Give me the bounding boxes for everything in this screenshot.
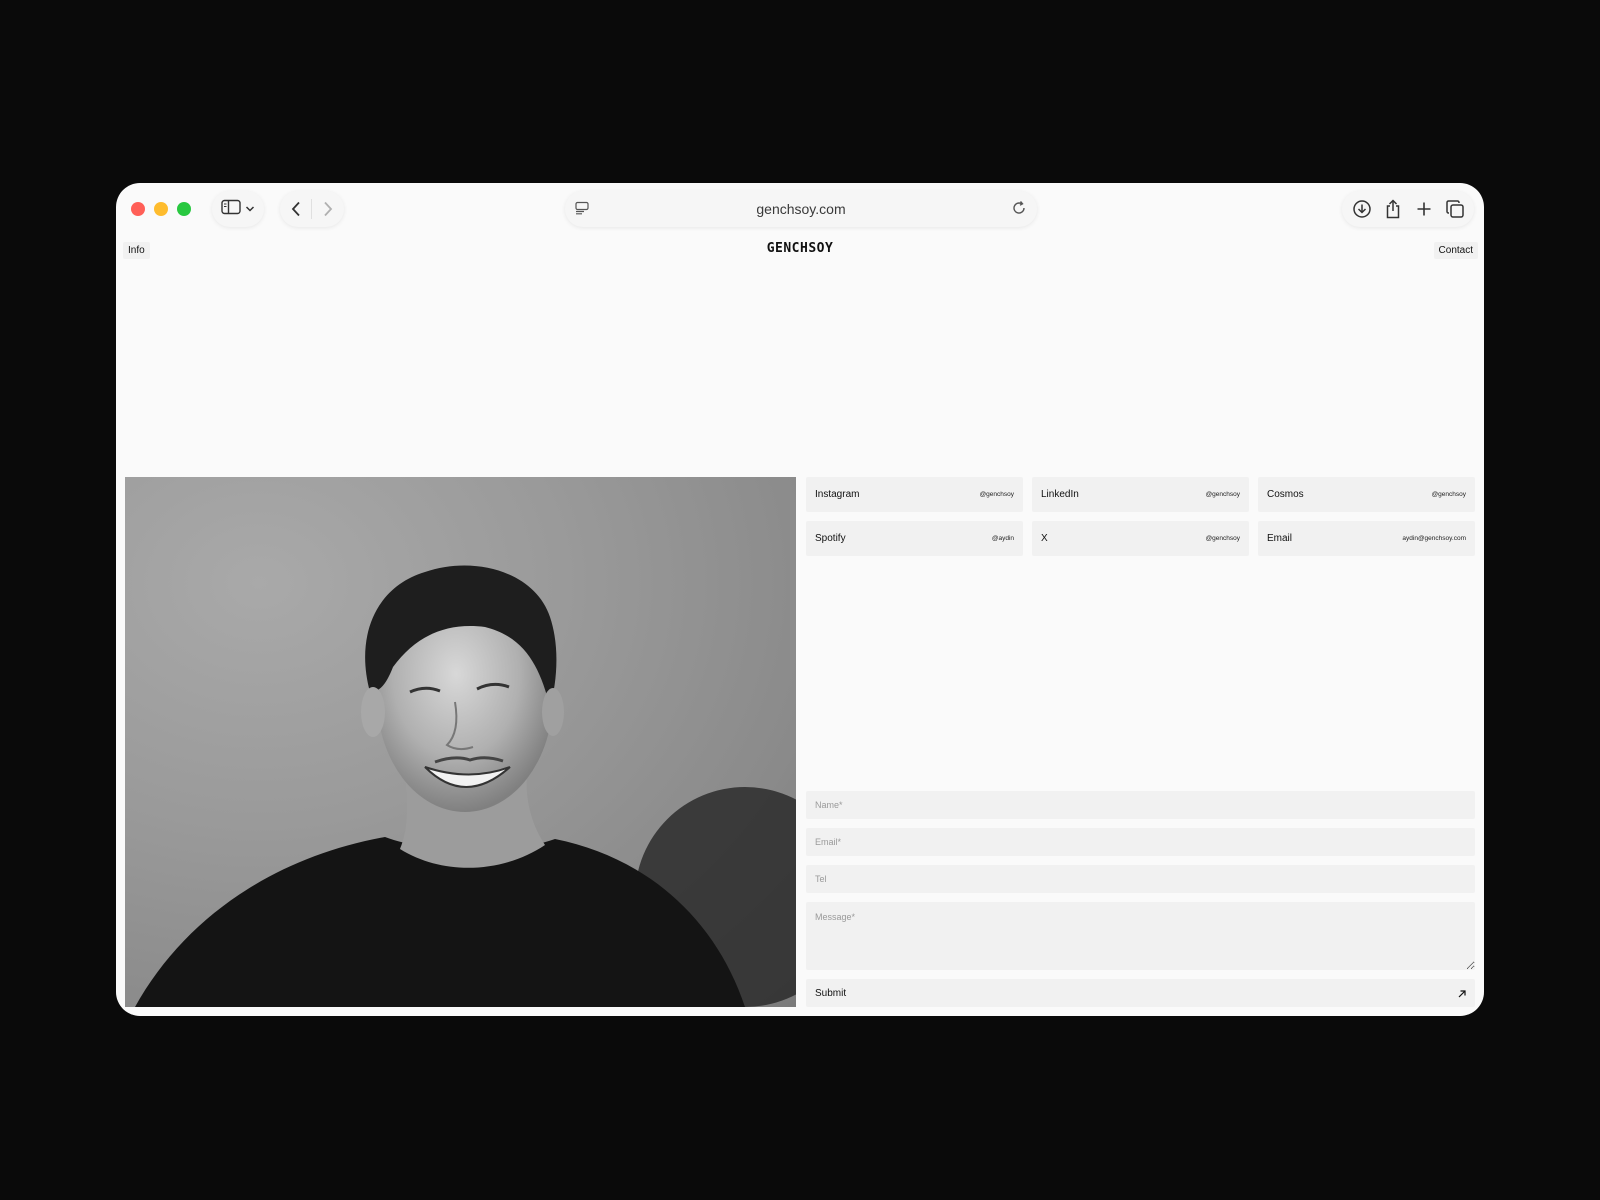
address-bar[interactable]: genchsoy.com: [565, 191, 1037, 227]
message-textarea[interactable]: [806, 902, 1475, 970]
social-links: Instagram @genchsoy LinkedIn @genchsoy C…: [806, 477, 1475, 556]
link-handle: @genchsoy: [1431, 491, 1466, 498]
arrow-up-right-icon: [1458, 986, 1466, 1001]
back-button[interactable]: [280, 191, 311, 227]
link-name: X: [1041, 533, 1048, 544]
browser-window: genchsoy.com Info GENCHSOY Contact Insta…: [116, 183, 1484, 1016]
new-tab-icon[interactable]: [1411, 196, 1437, 222]
email-input[interactable]: [806, 828, 1475, 856]
submit-button[interactable]: Submit: [806, 979, 1475, 1007]
link-name: Cosmos: [1267, 489, 1304, 500]
tel-input[interactable]: [806, 865, 1475, 893]
sidebar-icon: [221, 199, 241, 220]
link-handle: @genchsoy: [979, 491, 1014, 498]
link-x[interactable]: X @genchsoy: [1032, 521, 1249, 556]
name-input[interactable]: [806, 791, 1475, 819]
sidebar-toggle-button[interactable]: [212, 191, 264, 227]
link-spotify[interactable]: Spotify @aydin: [806, 521, 1023, 556]
contact-form: Submit: [806, 791, 1475, 1007]
site-header: Info GENCHSOY Contact: [116, 237, 1484, 265]
link-name: Email: [1267, 533, 1293, 544]
toolbar-actions: [1342, 191, 1474, 227]
link-name: LinkedIn: [1041, 489, 1079, 500]
forward-button[interactable]: [312, 191, 343, 227]
close-window-button[interactable]: [131, 202, 145, 216]
link-handle: @genchsoy: [1205, 535, 1240, 542]
link-name: Spotify: [815, 533, 846, 544]
link-cosmos[interactable]: Cosmos @genchsoy: [1258, 477, 1475, 512]
chevron-right-icon: [323, 201, 332, 217]
link-handle: aydin@genchsoy.com: [1402, 535, 1466, 542]
link-instagram[interactable]: Instagram @genchsoy: [806, 477, 1023, 512]
link-name: Instagram: [815, 489, 860, 500]
chevron-down-icon: [245, 200, 255, 218]
url-text: genchsoy.com: [756, 201, 846, 217]
reload-icon[interactable]: [1011, 200, 1027, 221]
zoom-window-button[interactable]: [177, 202, 191, 216]
submit-label: Submit: [815, 987, 847, 999]
share-icon[interactable]: [1380, 196, 1406, 222]
browser-toolbar: genchsoy.com: [116, 183, 1484, 237]
link-email[interactable]: Email aydin@genchsoy.com: [1258, 521, 1475, 556]
contact-link[interactable]: Contact: [1433, 242, 1478, 259]
portrait-photo: [125, 477, 796, 1007]
link-handle: @aydin: [991, 535, 1014, 542]
downloads-icon[interactable]: [1349, 196, 1375, 222]
link-handle: @genchsoy: [1205, 491, 1240, 498]
minimize-window-button[interactable]: [154, 202, 168, 216]
navigation-buttons: [280, 191, 344, 227]
link-linkedin[interactable]: LinkedIn @genchsoy: [1032, 477, 1249, 512]
chevron-left-icon: [291, 201, 300, 217]
tab-overview-icon[interactable]: [1442, 196, 1468, 222]
site-logo[interactable]: GENCHSOY: [116, 241, 1484, 256]
